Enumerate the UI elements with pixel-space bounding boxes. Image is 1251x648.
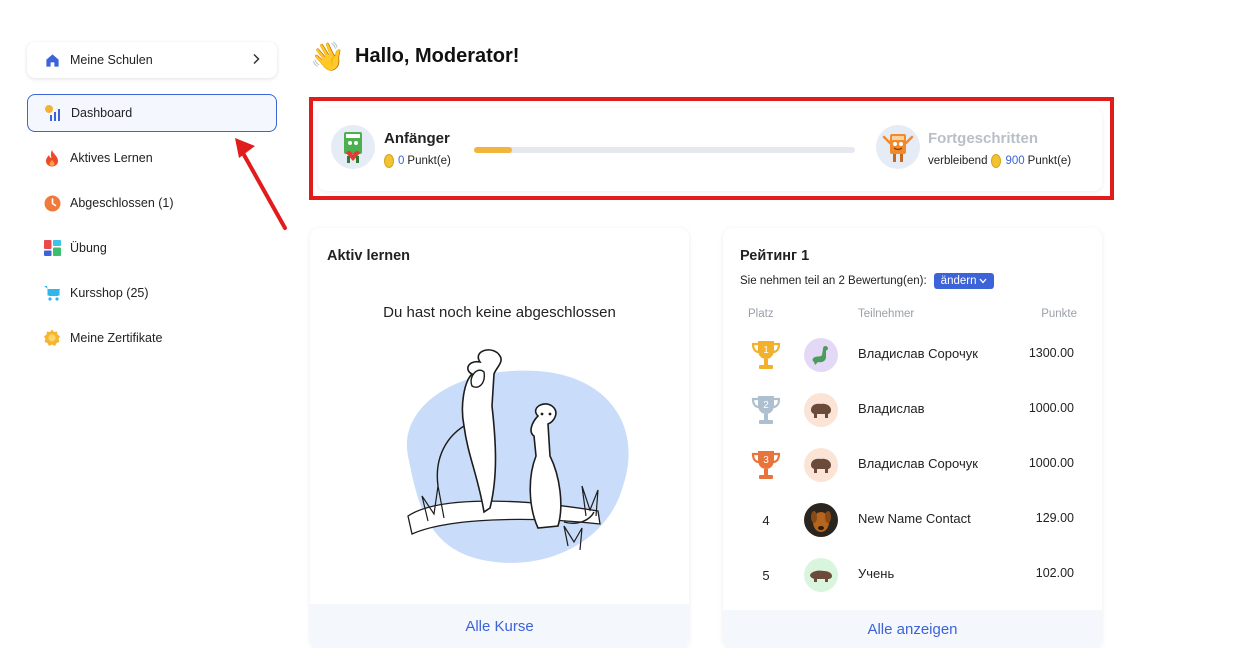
- card-title: Aktiv lernen: [327, 248, 410, 264]
- waving-hand-icon: 👋: [310, 41, 345, 72]
- bison-avatar: [804, 393, 838, 427]
- column-header-participant: Teilnehmer: [858, 308, 915, 320]
- participant-name: Владислав: [858, 401, 925, 416]
- all-courses-link[interactable]: Alle Kurse: [310, 604, 689, 648]
- meerkats-illustration: [406, 349, 629, 563]
- rating-card: Рейтинг 1 Sie nehmen teil an 2 Bewertung…: [723, 228, 1102, 648]
- participant-points: 102.00: [1035, 566, 1074, 580]
- column-header-place: Platz: [748, 308, 774, 320]
- change-rating-label: ändern: [940, 275, 977, 287]
- place-number: 2: [763, 400, 769, 411]
- sidebar-item-label: Aktives Lernen: [70, 151, 153, 165]
- participant-name: Владислав Сорочук: [858, 456, 978, 471]
- my-schools-button[interactable]: Meine Schulen: [27, 42, 277, 78]
- table-row[interactable]: 1 Владислав Сорочук 1300.00: [723, 326, 1102, 381]
- fire-icon: [43, 149, 61, 167]
- table-row[interactable]: 3 Владислав Сорочук 1000.00: [723, 436, 1102, 491]
- dino-avatar: [804, 338, 838, 372]
- dog-photo-avatar: [804, 503, 838, 537]
- bronze-trophy-icon: 3: [749, 448, 783, 482]
- annotation-highlight-box: [309, 97, 1114, 200]
- active-learning-card: Aktiv lernen Du hast noch keine abgeschl…: [310, 228, 689, 648]
- sidebar-item-dashboard[interactable]: Dashboard: [27, 94, 277, 132]
- sidebar-item-label: Meine Zertifikate: [70, 331, 163, 345]
- sidebar-item-label: Kursshop (25): [70, 286, 149, 300]
- rating-subtitle-text: Sie nehmen teil an 2 Bewertung(en):: [740, 275, 927, 287]
- my-schools-label: Meine Schulen: [70, 53, 153, 67]
- participant-name: Учень: [858, 566, 895, 581]
- sidebar-item-label: Dashboard: [71, 106, 133, 120]
- sidebar-item-label: Übung: [70, 241, 107, 255]
- chevron-down-icon: [979, 278, 987, 284]
- card-title: Рейтинг 1: [740, 248, 810, 264]
- participant-points: 1300.00: [1028, 346, 1074, 360]
- medal-icon: [43, 329, 61, 347]
- participant-name: New Name Contact: [858, 511, 971, 526]
- chevron-right-icon: [251, 53, 261, 68]
- gold-trophy-icon: 1: [749, 338, 783, 372]
- sidebar-item-practice[interactable]: Übung: [27, 229, 277, 267]
- place-number: 1: [763, 345, 769, 356]
- empty-state-text: Du hast noch keine abgeschlossen: [383, 304, 616, 321]
- table-row[interactable]: 2 Владислав 1000.00: [723, 381, 1102, 436]
- cart-icon: [43, 284, 61, 302]
- participant-points: 129.00: [1035, 511, 1074, 525]
- participant-points: 1000.00: [1028, 456, 1074, 470]
- page-header: 👋 Hallo, Moderator!: [310, 40, 519, 73]
- silver-trophy-icon: 2: [749, 393, 783, 427]
- dashboard-icon: [44, 104, 62, 122]
- change-rating-button[interactable]: ändern: [933, 273, 995, 289]
- sidebar-item-label: Abgeschlossen (1): [70, 196, 174, 210]
- annotation-arrow: [235, 138, 287, 230]
- table-row[interactable]: 4 New Name Contact 129.00: [723, 491, 1102, 546]
- place-number: 5: [762, 567, 770, 583]
- show-all-link[interactable]: Alle anzeigen: [723, 610, 1102, 648]
- place-number: 4: [762, 512, 770, 528]
- participant-points: 1000.00: [1028, 401, 1074, 415]
- page-title: Hallo, Moderator!: [355, 45, 520, 67]
- column-header-points: Punkte: [1041, 308, 1077, 320]
- grid-icon: [43, 239, 61, 257]
- bison-avatar: [804, 448, 838, 482]
- table-row[interactable]: 5 Учень 102.00: [723, 546, 1102, 601]
- participant-name: Владислав Сорочук: [858, 346, 978, 361]
- home-icon: [43, 51, 61, 69]
- clock-icon: [43, 194, 61, 212]
- rating-subtitle: Sie nehmen teil an 2 Bewertung(en): ände…: [740, 273, 995, 289]
- sidebar-item-course-shop[interactable]: Kursshop (25): [27, 274, 277, 312]
- place-number: 3: [763, 455, 769, 466]
- boar-avatar: [804, 558, 838, 592]
- sidebar-item-certificates[interactable]: Meine Zertifikate: [27, 319, 277, 357]
